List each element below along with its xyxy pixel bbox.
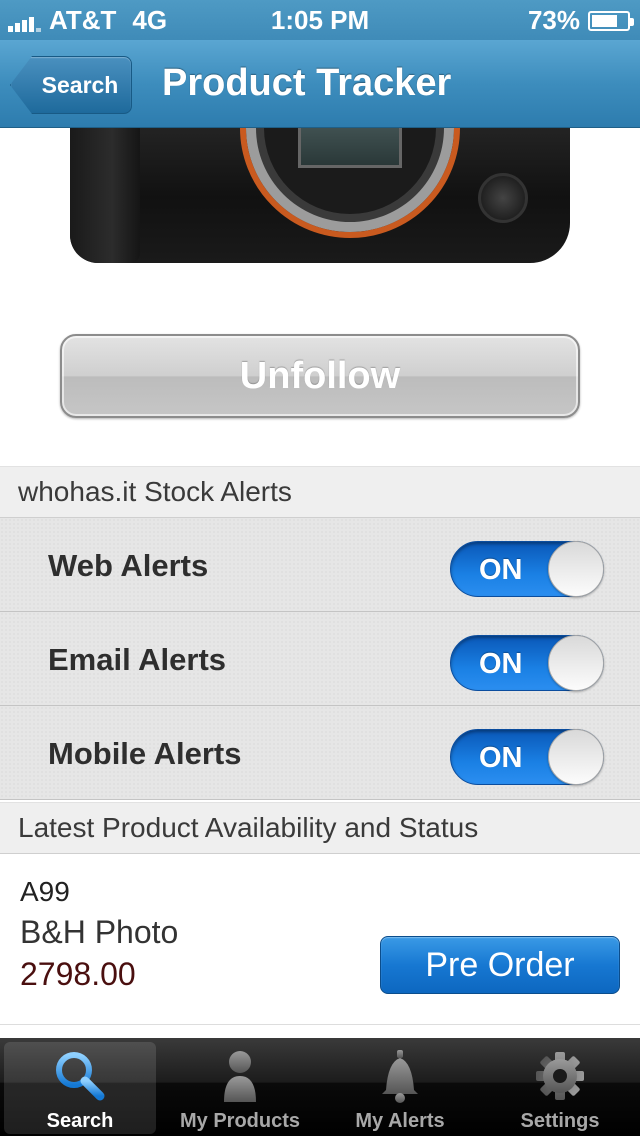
mobile-alerts-label: Mobile Alerts	[48, 736, 242, 771]
availability-list-item: A99 B&H Photo 2798.00 Pre Order	[0, 856, 640, 1024]
tab-label: My Products	[179, 1110, 301, 1132]
toggle-knob	[548, 635, 604, 691]
tab-label: My Alerts	[355, 1110, 445, 1132]
email-alerts-toggle[interactable]: ON	[450, 635, 604, 691]
tab-settings[interactable]: Settings	[480, 1038, 640, 1136]
back-button[interactable]: Search	[10, 56, 132, 114]
stock-alerts-header: whohas.it Stock Alerts	[0, 466, 640, 518]
battery-icon	[588, 10, 634, 31]
bell-icon	[382, 1050, 418, 1103]
tab-my-alerts[interactable]: My Alerts	[320, 1038, 480, 1136]
tab-label: Search	[46, 1110, 114, 1132]
email-alerts-row: Email Alerts ON	[0, 612, 640, 706]
status-right: 73%	[527, 5, 634, 36]
person-icon	[224, 1051, 256, 1102]
tab-search[interactable]: Search	[0, 1038, 160, 1136]
mobile-alerts-toggle[interactable]: ON	[450, 729, 604, 785]
tab-my-products[interactable]: My Products	[160, 1038, 320, 1136]
navigation-bar: Search Product Tracker	[0, 40, 640, 128]
toggle-state: ON	[479, 554, 523, 586]
camera-body-image	[60, 128, 580, 278]
toggle-knob	[548, 729, 604, 785]
page-title: Product Tracker	[162, 62, 452, 104]
web-alerts-toggle[interactable]: ON	[450, 541, 604, 597]
tab-label: Settings	[520, 1110, 600, 1132]
gear-icon	[536, 1052, 584, 1100]
tab-bar: Search My Products My Alerts Settings	[0, 1038, 640, 1136]
toggle-state: ON	[479, 742, 523, 774]
email-alerts-label: Email Alerts	[48, 642, 227, 677]
toggle-knob	[548, 541, 604, 597]
mobile-alerts-row: Mobile Alerts ON	[0, 706, 640, 800]
battery-percent: 73%	[527, 5, 580, 35]
product-price: 2798.00	[20, 956, 136, 992]
toggle-state: ON	[479, 648, 523, 680]
status-bar: AT&T 4G 1:05 PM 73%	[0, 0, 640, 40]
availability-header: Latest Product Availability and Status	[0, 802, 640, 854]
store-name: B&H Photo	[20, 914, 179, 950]
unfollow-button[interactable]: Unfollow	[60, 334, 580, 418]
pre-order-button[interactable]: Pre Order	[380, 936, 620, 994]
web-alerts-row: Web Alerts ON	[0, 518, 640, 612]
product-name: A99	[20, 876, 70, 907]
search-icon	[56, 1052, 105, 1101]
web-alerts-label: Web Alerts	[48, 548, 209, 583]
